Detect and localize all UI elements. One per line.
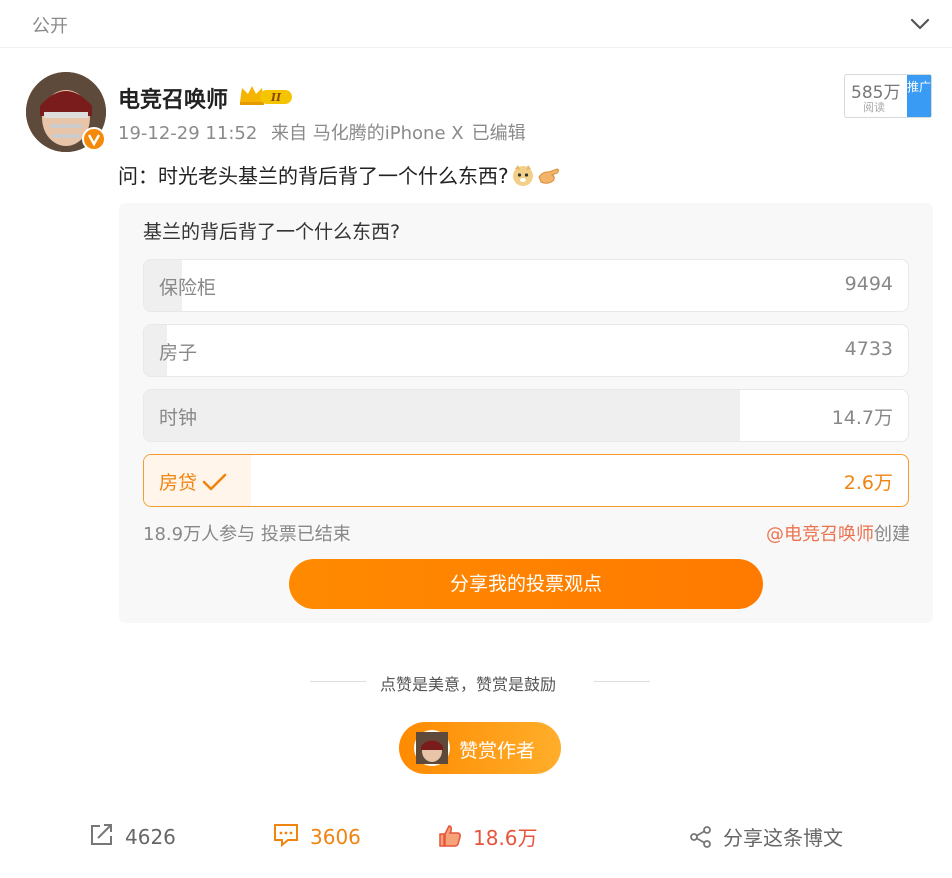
poll-option-label: 保险柜 [159,277,217,299]
post-meta: 19-12-29 11:52 来自 马化腾的iPhone X 已编辑 [118,119,534,145]
comment-button[interactable]: 3606 [272,822,361,849]
level-badge-text: II [270,91,282,104]
hand-emoji-icon [538,168,559,184]
poll-creator-link[interactable]: @电竞召唤师 [766,524,874,545]
chevron-down-icon[interactable] [906,10,934,38]
poll-creator: @电竞召唤师创建 [766,520,910,546]
poll-option-count: 2.6万 [843,472,893,494]
share-vote-button[interactable]: 分享我的投票观点 [289,559,763,609]
divider-line-left [310,681,366,682]
repost-icon [91,824,112,845]
poll-card: 基兰的背后背了一个什么东西? 保险柜 9494 房子 4733 时钟 14.7万… [119,203,933,623]
comment-count: 3606 [310,825,361,849]
like-icon [439,825,461,847]
visibility-bar: 公开 [0,0,952,48]
poll-option[interactable]: 时钟 14.7万 [143,389,909,442]
post-source: 来自 马化腾的iPhone X [271,123,464,144]
poll-option-selected[interactable]: 房贷 2.6万 [143,454,909,507]
share-icon [690,826,711,848]
post-text-body: 问：时光老头基兰的背后背了一个什么东西? [118,164,509,188]
comment-icon [274,824,298,848]
read-count-box[interactable]: 585万 阅读 推广 [844,74,932,118]
post-text: 问：时光老头基兰的背后背了一个什么东西? [118,160,561,189]
verified-icon [82,127,106,151]
divider-line-right [594,681,650,682]
author-avatar[interactable] [26,72,106,152]
poll-option-bar [144,390,740,441]
share-post-button[interactable]: 分享这条博文 [689,822,843,851]
reward-avatar [414,730,450,766]
doge-emoji-icon [512,165,533,186]
poll-option-label-text: 房贷 [159,472,198,494]
share-post-label: 分享这条博文 [723,826,843,850]
reward-author-button[interactable]: 赞赏作者 [399,722,561,774]
poll-question: 基兰的背后背了一个什么东西? [143,221,401,243]
poll-option-label: 房贷 [159,468,227,495]
post-timestamp[interactable]: 19-12-29 11:52 [118,123,257,144]
poll-option-count: 4733 [844,338,893,360]
poll-option-count: 9494 [844,273,893,295]
poll-option-count: 14.7万 [831,407,893,429]
edited-label[interactable]: 已编辑 [472,123,526,144]
reward-button-label: 赞赏作者 [459,740,536,762]
post-action-bar: 4626 3606 18.6万 分享这条博文 [0,812,952,862]
reward-slogan-divider: 点赞是美意，赞赏是鼓励 [310,671,650,694]
poll-participants: 18.9万人参与 [143,524,256,545]
repost-button[interactable]: 4626 [89,822,176,849]
like-button[interactable]: 18.6万 [437,822,538,851]
poll-participation: 18.9万人参与 投票已结束 [143,520,351,546]
crown-level-icon[interactable]: II [236,82,296,108]
poll-status: 投票已结束 [260,524,351,545]
checkmark-icon [202,473,227,491]
read-count-label: 阅读 [863,101,885,114]
reward-slogan: 点赞是美意，赞赏是鼓励 [380,675,557,694]
poll-creator-suffix: 创建 [874,524,910,545]
poll-option-label: 时钟 [159,407,198,429]
promote-button[interactable]: 推广 [907,75,931,117]
repost-count: 4626 [125,825,176,849]
poll-option[interactable]: 保险柜 9494 [143,259,909,312]
visibility-label: 公开 [32,16,68,37]
poll-option-label: 房子 [159,342,198,364]
author-name[interactable]: 电竞召唤师 [118,82,228,114]
poll-option[interactable]: 房子 4733 [143,324,909,377]
like-count: 18.6万 [473,826,538,850]
